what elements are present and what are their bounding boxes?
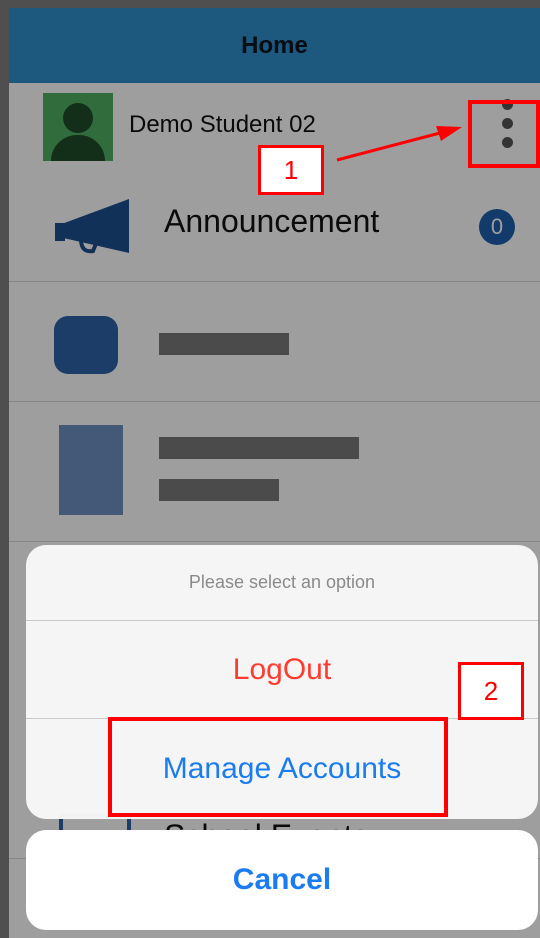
annotation-highlight-manage xyxy=(108,717,448,817)
annotation-label-2: 2 xyxy=(458,662,524,720)
